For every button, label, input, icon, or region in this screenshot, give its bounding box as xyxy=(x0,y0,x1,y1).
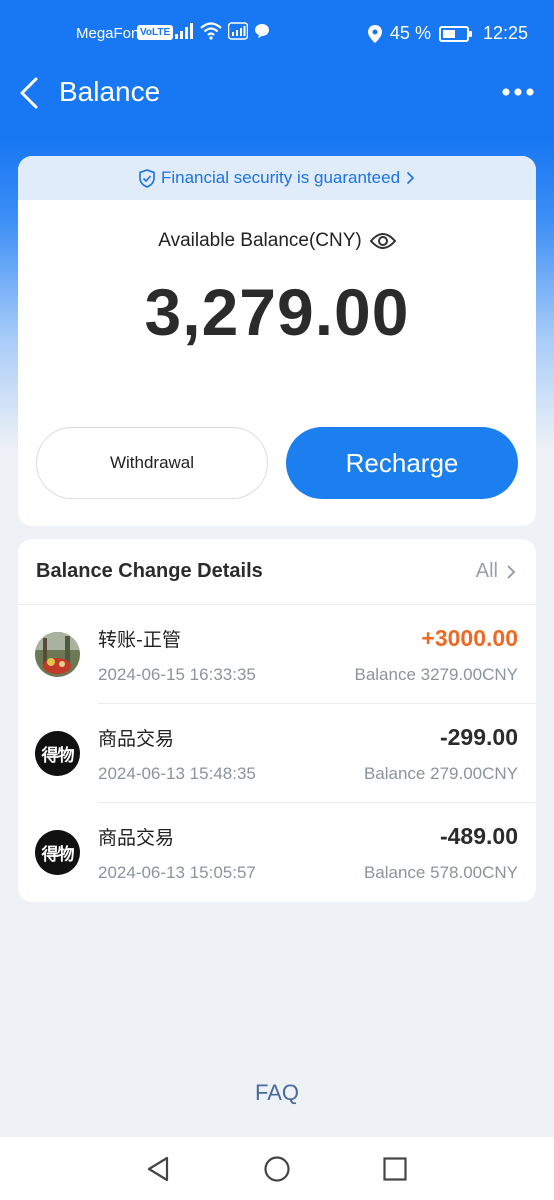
transaction-name: 转账-正管 xyxy=(98,629,181,651)
more-options-icon[interactable] xyxy=(502,84,534,100)
recharge-button[interactable]: Recharge xyxy=(286,427,518,499)
details-title: Balance Change Details xyxy=(36,560,263,582)
battery-percent: 45 % xyxy=(389,23,431,43)
available-balance-row: Available Balance(CNY) xyxy=(18,230,536,252)
chevron-right-icon xyxy=(406,171,415,185)
status-bar: MegaFon VoLTE 45 % 12:25 xyxy=(0,0,554,70)
nav-recents-icon[interactable] xyxy=(381,1155,409,1183)
photo-avatar xyxy=(35,632,80,677)
balance-card: Financial security is guaranteed Availab… xyxy=(18,156,536,526)
view-all-label: All xyxy=(475,560,498,582)
volte-badge: VoLTE xyxy=(137,25,174,40)
signal-4g-icon xyxy=(228,22,248,40)
available-balance-label: Available Balance(CNY) xyxy=(158,230,362,251)
dewu-logo-icon: 得物 xyxy=(35,830,80,875)
transaction-row[interactable]: 转账-正管 2024-06-15 16:33:35 +3000.00 Balan… xyxy=(18,605,536,704)
transaction-row[interactable]: 得物 商品交易 2024-06-13 15:05:57 -489.00 Bala… xyxy=(18,803,536,902)
transaction-balance: Balance 578.00CNY xyxy=(363,863,518,882)
transaction-amount: +3000.00 xyxy=(421,625,518,651)
balance-details-card: Balance Change Details All 转账-正管 2024-06… xyxy=(18,539,536,902)
transaction-row[interactable]: 得物 商品交易 2024-06-13 15:48:35 -299.00 Bala… xyxy=(18,704,536,803)
nav-back-icon[interactable] xyxy=(145,1155,173,1183)
transaction-name: 商品交易 xyxy=(98,728,175,750)
battery-icon xyxy=(438,25,472,42)
wifi-icon xyxy=(200,22,222,40)
details-header: Balance Change Details All xyxy=(18,539,536,605)
nav-bar: Balance xyxy=(0,70,554,120)
shield-check-icon xyxy=(139,168,155,188)
eye-icon[interactable] xyxy=(369,232,396,250)
page-title: Balance xyxy=(59,76,161,107)
transaction-name: 商品交易 xyxy=(98,827,175,849)
chevron-right-icon xyxy=(507,564,516,579)
system-nav-bar xyxy=(0,1137,554,1200)
faq-link[interactable]: FAQ xyxy=(0,1080,554,1106)
transaction-time: 2024-06-13 15:48:35 xyxy=(98,764,256,783)
security-text: Financial security is guaranteed xyxy=(160,168,401,187)
transaction-time: 2024-06-15 16:33:35 xyxy=(98,665,256,684)
message-icon xyxy=(255,24,269,38)
location-icon xyxy=(367,24,382,43)
transaction-time: 2024-06-13 15:05:57 xyxy=(98,863,256,882)
balance-amount: 3,279.00 xyxy=(144,275,410,349)
transaction-amount: -299.00 xyxy=(439,724,518,750)
network-icons xyxy=(174,22,270,40)
status-right: 45 % 12:25 xyxy=(367,23,528,44)
dewu-logo-icon: 得物 xyxy=(35,731,80,776)
security-banner[interactable]: Financial security is guaranteed xyxy=(18,156,536,200)
withdrawal-button[interactable]: Withdrawal xyxy=(36,427,268,499)
transaction-balance: Balance 3279.00CNY xyxy=(354,665,518,684)
transaction-balance: Balance 279.00CNY xyxy=(363,764,518,783)
transaction-amount: -489.00 xyxy=(439,823,518,849)
clock: 12:25 xyxy=(482,23,528,43)
signal-icon xyxy=(175,23,193,39)
back-icon[interactable] xyxy=(16,76,46,110)
nav-home-icon[interactable] xyxy=(263,1155,291,1183)
carrier-name: MegaFon xyxy=(76,25,140,42)
view-all-link[interactable]: All xyxy=(476,560,516,583)
